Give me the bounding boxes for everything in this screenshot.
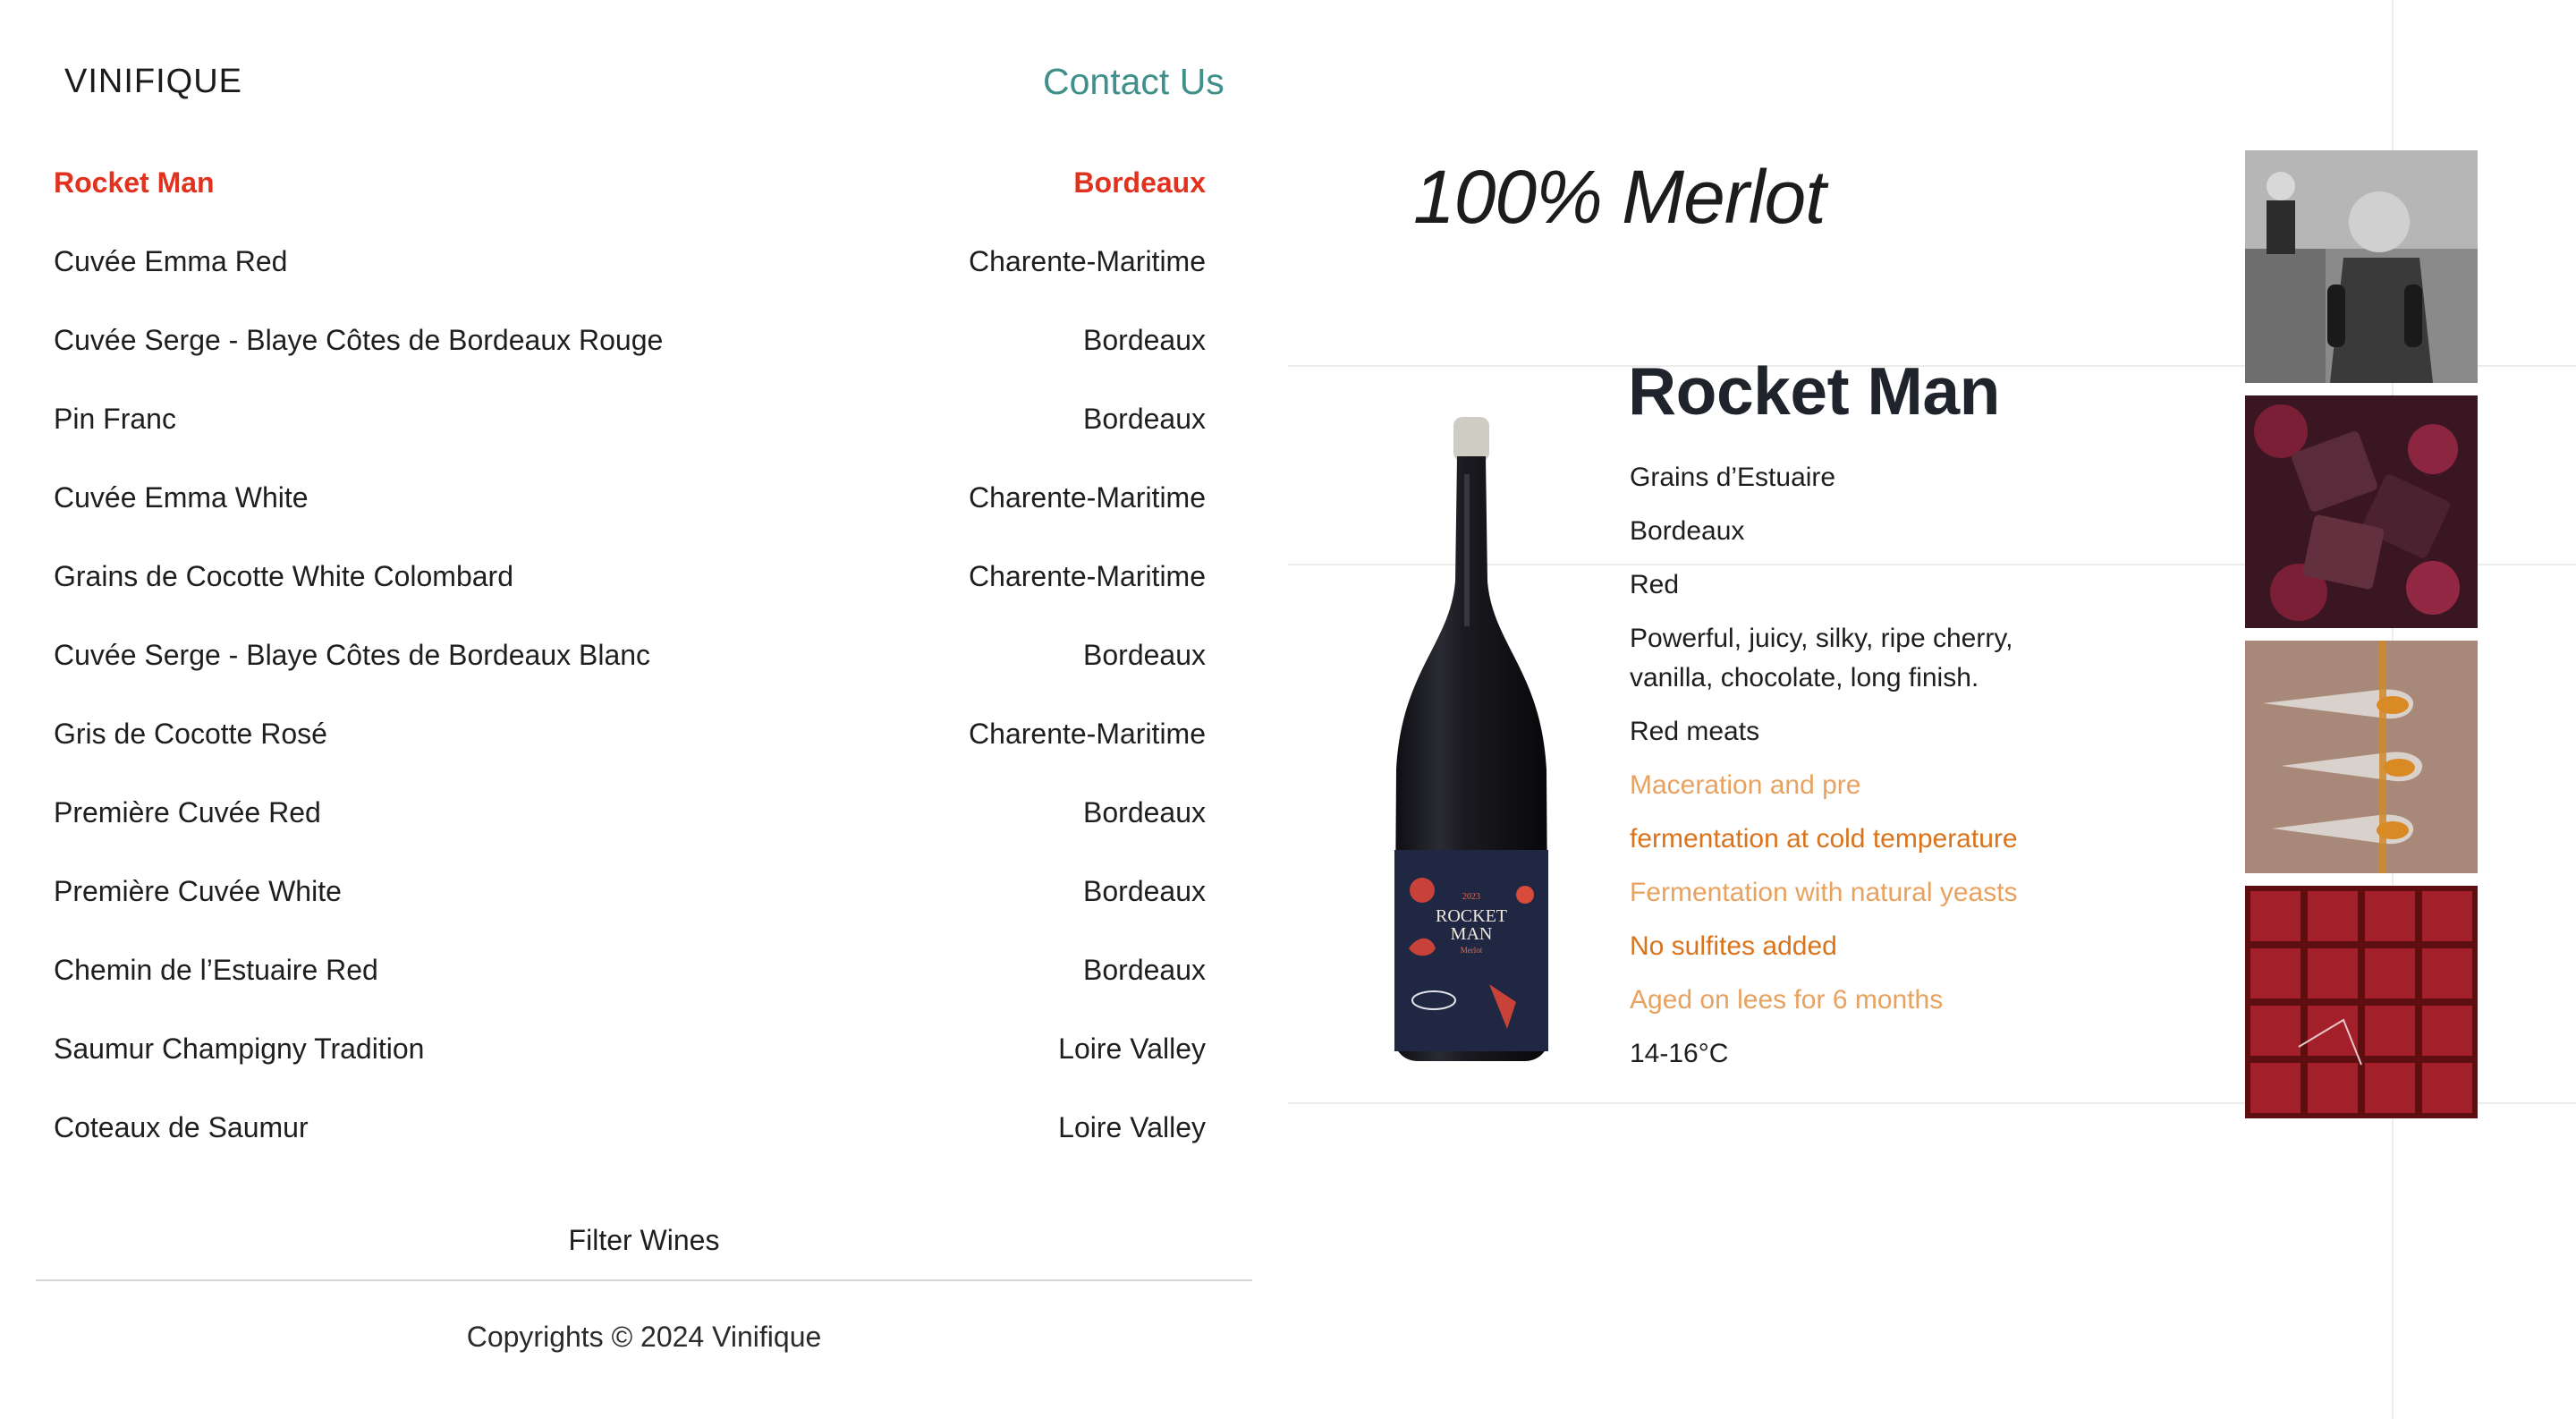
wine-name: Saumur Champigny Tradition — [54, 1032, 425, 1065]
wine-row-saumur-champigny[interactable]: Saumur Champigny Tradition Loire Valley — [54, 1009, 1206, 1088]
wine-row-rocket-man[interactable]: Rocket Man Bordeaux — [54, 143, 1206, 222]
method-item: Aged on lees for 6 months — [1630, 985, 1944, 1015]
brand-logo[interactable]: VINIFIQUE — [64, 63, 242, 101]
wine-region: Bordeaux — [1083, 874, 1206, 907]
chocolate-and-berries-photo — [2245, 395, 2478, 628]
wine-row-coteaux-de-saumur[interactable]: Coteaux de Saumur Loire Valley — [54, 1088, 1206, 1167]
method-item: Maceration and pre — [1630, 770, 1861, 800]
wine-region: Bordeaux — [1083, 638, 1206, 671]
wine-region: Bordeaux — [1083, 402, 1206, 435]
wine-name: Chemin de l’Estuaire Red — [54, 953, 378, 986]
wine-region: Charente-Maritime — [969, 244, 1206, 277]
wine-region: Bordeaux — [1073, 166, 1206, 199]
wine-row-premiere-cuvee-red[interactable]: Première Cuvée Red Bordeaux — [54, 773, 1206, 852]
wine-region: Loire Valley — [1058, 1110, 1206, 1143]
grape-variety-heading: 100% Merlot — [1413, 155, 1826, 239]
wine-name: Gris de Cocotte Rosé — [54, 717, 327, 750]
contact-us-link[interactable]: Contact Us — [1043, 61, 1224, 103]
wine-row-premiere-cuvee-white[interactable]: Première Cuvée White Bordeaux — [54, 852, 1206, 930]
wine-name: Cuvée Emma White — [54, 480, 309, 514]
method-item: No sulfites added — [1630, 931, 1837, 961]
filter-wines-button[interactable]: Filter Wines — [36, 1224, 1252, 1257]
wine-row-cuvee-serge-blanc[interactable]: Cuvée Serge - Blaye Côtes de Bordeaux Bl… — [54, 616, 1206, 694]
red-tiles-photo — [2245, 886, 2478, 1118]
wine-bottle-image: 2023 ROCKET MAN Merlot — [1382, 412, 1561, 1065]
wine-name: Première Cuvée Red — [54, 795, 321, 828]
tasting-notes: Powerful, juicy, silky, ripe cherry, van… — [1630, 624, 2013, 693]
wine-name: Coteaux de Saumur — [54, 1110, 309, 1143]
serving-temperature: 14-16°C — [1630, 1039, 1729, 1068]
wine-region: Charente-Maritime — [969, 480, 1206, 514]
method-item: fermentation at cold temperature — [1630, 824, 2018, 854]
wine-name: Première Cuvée White — [54, 874, 342, 907]
footer-divider — [36, 1279, 1252, 1281]
wine-color: Red — [1630, 570, 1680, 599]
wine-detail-title: Rocket Man — [1628, 353, 2000, 429]
wine-row-pin-franc[interactable]: Pin Franc Bordeaux — [54, 379, 1206, 458]
wine-producer: Grains d’Estuaire — [1630, 463, 1836, 492]
wine-region: Bordeaux — [1630, 516, 1745, 546]
bottle-label-grape: Merlot — [1461, 946, 1483, 955]
wine-row-cuvee-emma-white[interactable]: Cuvée Emma White Charente-Maritime — [54, 458, 1206, 537]
wine-row-cuvee-serge-rouge[interactable]: Cuvée Serge - Blaye Côtes de Bordeaux Ro… — [54, 301, 1206, 379]
bottle-label-vintage: 2023 — [1462, 892, 1480, 902]
wine-region: Charente-Maritime — [969, 717, 1206, 750]
copyright-text: Copyrights © 2024 Vinifique — [466, 1321, 822, 1353]
wine-row-cuvee-emma-red[interactable]: Cuvée Emma Red Charente-Maritime — [54, 222, 1206, 301]
wine-name: Pin Franc — [54, 402, 176, 435]
wine-row-chemin-estuaire-red[interactable]: Chemin de l’Estuaire Red Bordeaux — [54, 930, 1206, 1009]
food-pairing: Red meats — [1630, 717, 1760, 746]
honey-spoons-photo — [2245, 641, 2478, 873]
wine-name: Cuvée Emma Red — [54, 244, 288, 277]
wine-name: Cuvée Serge - Blaye Côtes de Bordeaux Ro… — [54, 323, 664, 356]
wine-region: Bordeaux — [1083, 795, 1206, 828]
wine-region: Bordeaux — [1083, 953, 1206, 986]
wine-list: Rocket Man Bordeaux Cuvée Emma Red Charent… — [54, 143, 1206, 1167]
vintage-boy-with-wine-photo — [2245, 150, 2478, 383]
wine-name: Cuvée Serge - Blaye Côtes de Bordeaux Bl… — [54, 638, 651, 671]
wine-name: Grains de Cocotte White Colombard — [54, 559, 513, 592]
bottle-label-name-line2: MAN — [1451, 924, 1493, 944]
wine-region: Bordeaux — [1083, 323, 1206, 356]
method-item: Fermentation with natural yeasts — [1630, 878, 2018, 907]
wine-region: Loire Valley — [1058, 1032, 1206, 1065]
wine-row-grains-de-cocotte-white[interactable]: Grains de Cocotte White Colombard Charent… — [54, 537, 1206, 616]
wine-row-gris-de-cocotte-rose[interactable]: Gris de Cocotte Rosé Charente-Maritime — [54, 694, 1206, 773]
wine-name: Rocket Man — [54, 166, 215, 199]
bottle-label-name-line1: ROCKET — [1436, 906, 1507, 926]
wine-region: Charente-Maritime — [969, 559, 1206, 592]
